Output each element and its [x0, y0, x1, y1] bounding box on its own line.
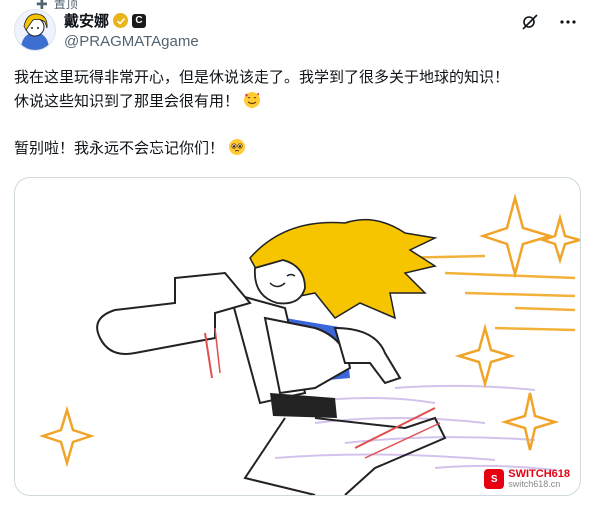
display-name[interactable]: 戴安娜	[64, 10, 109, 31]
gold-checkmark-icon[interactable]	[113, 13, 129, 28]
avatar[interactable]	[14, 9, 56, 51]
tweet-line: 休说这些知识到了那里会很有用！	[14, 93, 240, 110]
watermark-sub: switch618.cn	[508, 479, 561, 489]
author-handle[interactable]: @PRAGMATAgame	[64, 33, 199, 50]
watermark-title: SWITCH618	[508, 468, 570, 480]
smiling-face-with-hearts-icon	[243, 91, 261, 109]
affiliate-badge-icon[interactable]: C	[132, 13, 147, 28]
tweet-image[interactable]: S SWITCH618 switch618.cn	[14, 177, 581, 496]
watermark: S SWITCH618 switch618.cn	[484, 469, 570, 489]
author-name-row: 戴安娜 C	[64, 10, 147, 31]
tweet-line: 暂别啦！我永远不会忘记你们！	[14, 140, 225, 157]
drawing-illustration	[39, 193, 580, 495]
tweet-line: 我在这里玩得非常开心，但是休说该走了。我学到了很多关于地球的知识！	[14, 69, 510, 86]
pin-icon: ✚	[36, 0, 48, 12]
grok-icon[interactable]	[520, 12, 540, 32]
more-icon[interactable]	[558, 12, 578, 32]
tweet-actions	[520, 12, 578, 32]
switch-logo-icon: S	[484, 469, 505, 489]
tweet-text: 我在这里玩得非常开心，但是休说该走了。我学到了很多关于地球的知识！ 休说这些知识…	[14, 66, 580, 161]
pleading-face-icon	[228, 138, 246, 156]
